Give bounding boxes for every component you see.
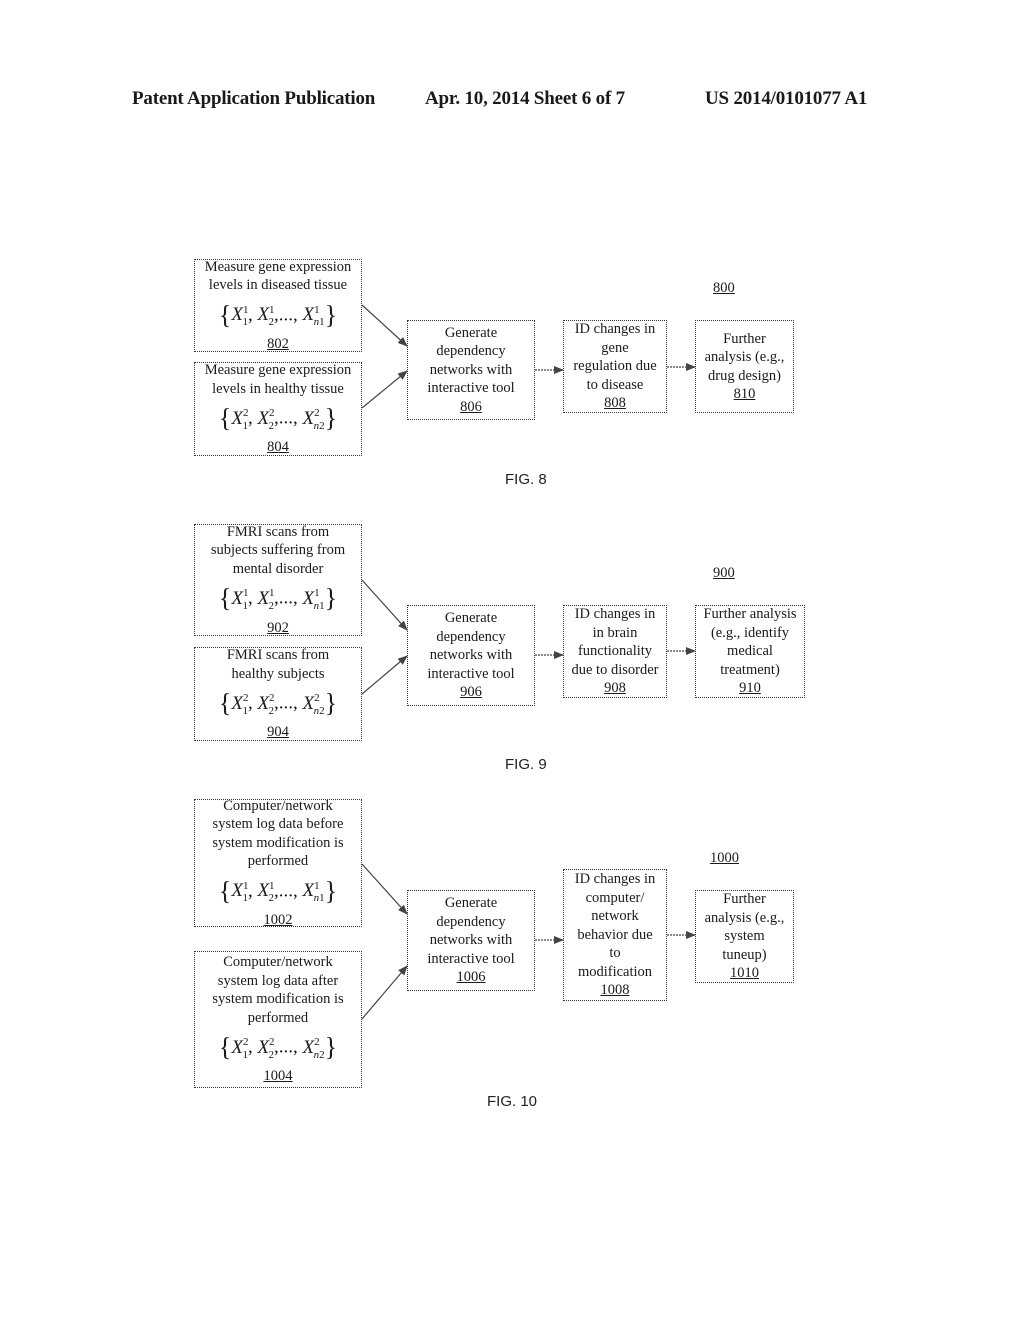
- arrow-input-top-to-generate: [361, 579, 408, 631]
- arrow-input-top-to-generate: [361, 863, 408, 915]
- arrow-input-bottom-to-generate: [361, 655, 408, 695]
- arrow-input-bottom-to-generate: [361, 965, 408, 1020]
- arrow-input-top-to-generate: [361, 304, 408, 347]
- connector-arrows: [361, 304, 696, 1020]
- arrow-input-bottom-to-generate: [361, 370, 408, 409]
